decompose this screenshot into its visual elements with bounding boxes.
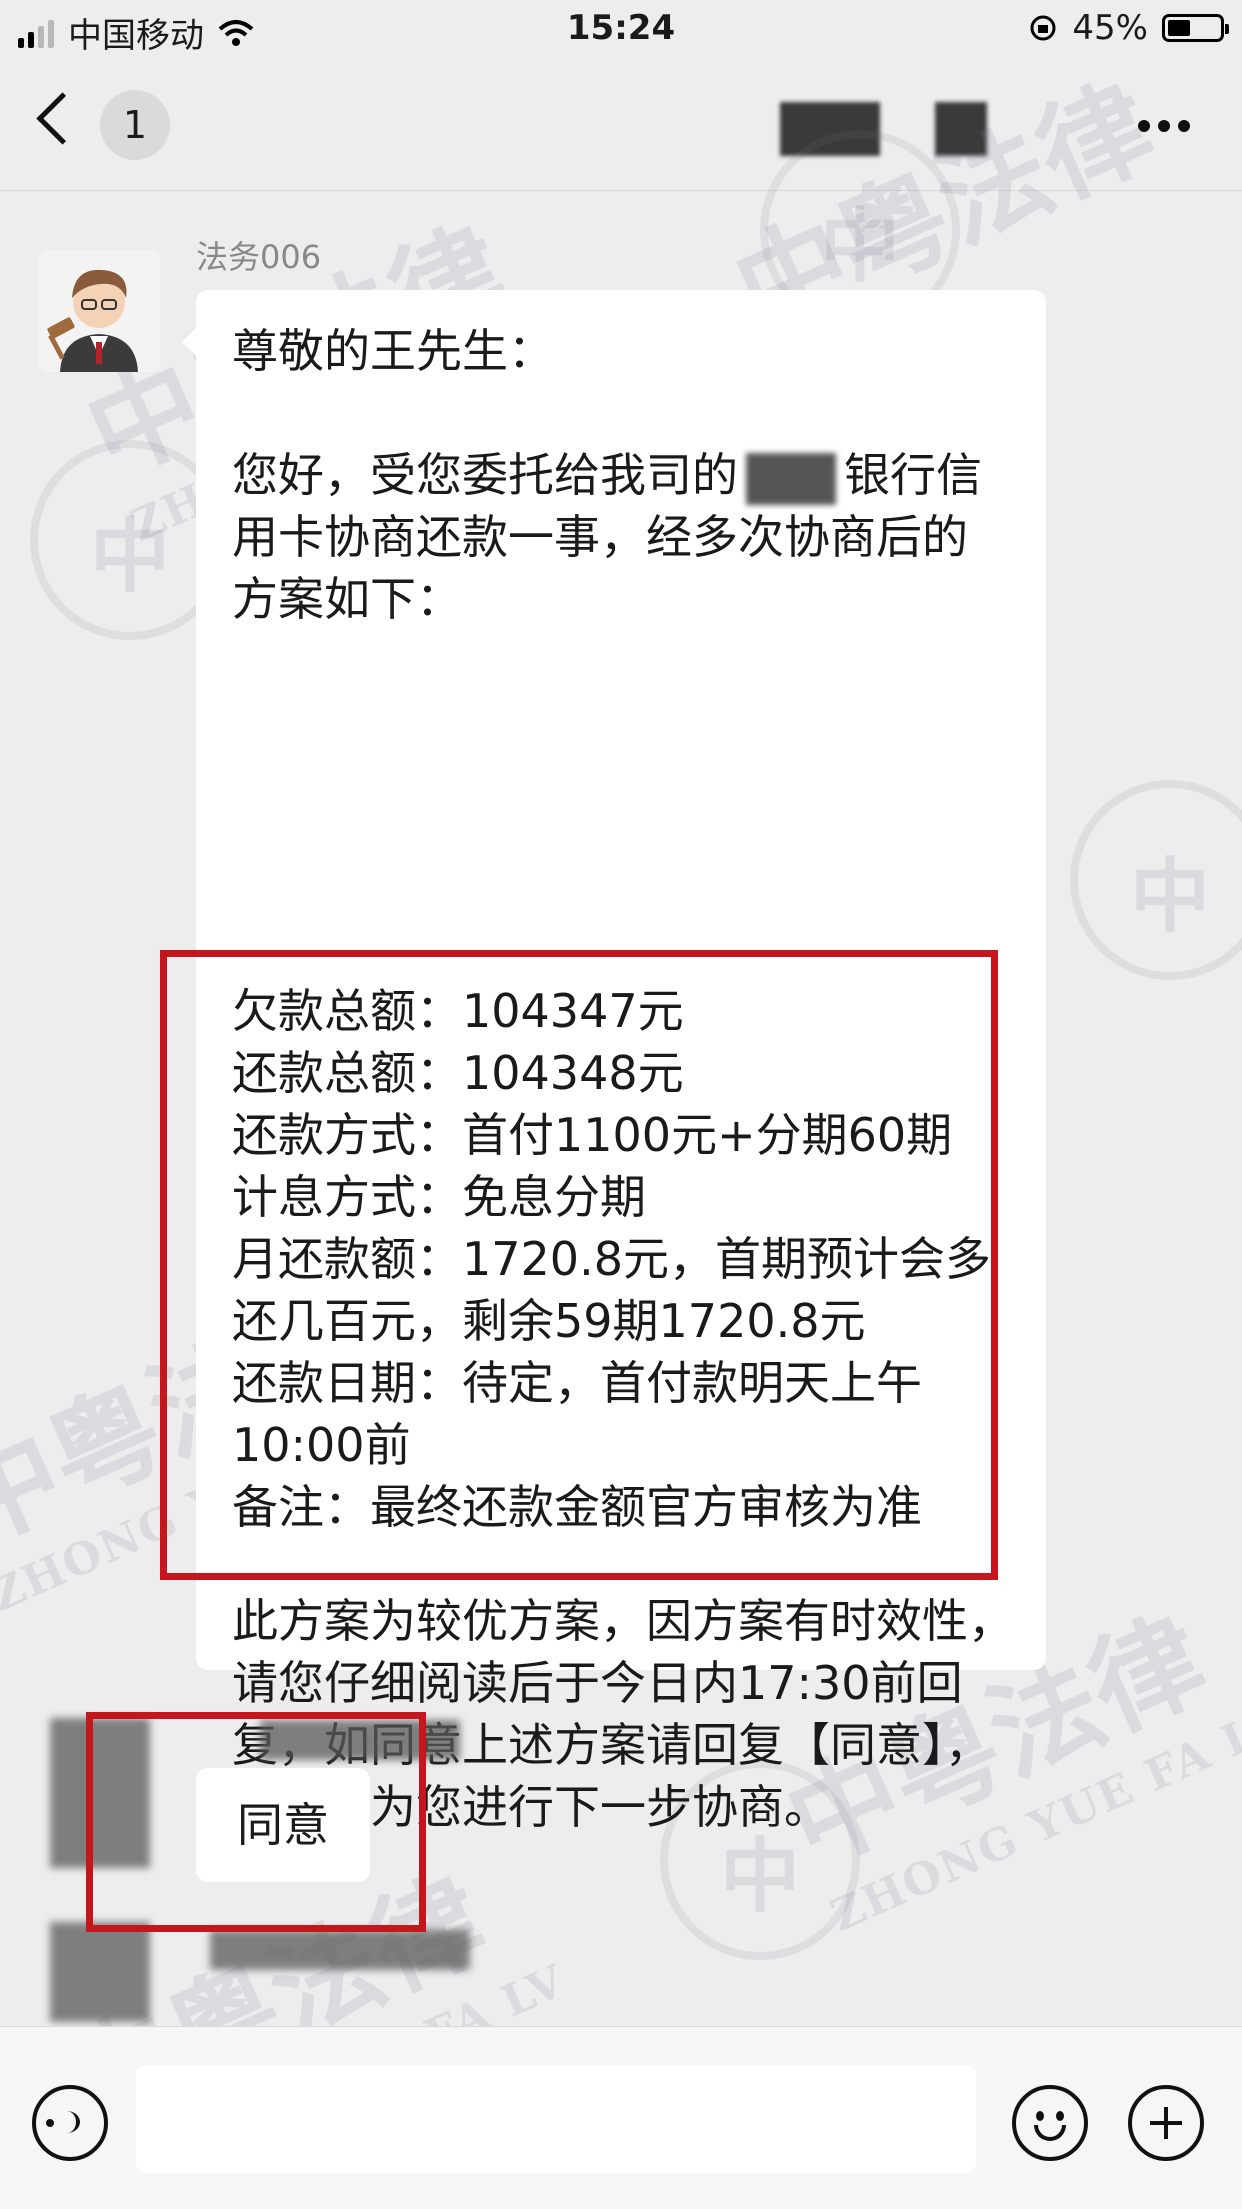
plan-line: 月还款额：1720.8元，首期预计会多还几百元，剩余59期1720.8元 xyxy=(232,1232,991,1348)
redacted-bank-name xyxy=(746,452,836,505)
repayment-plan: 欠款总额：104347元 还款总额：104348元 还款方式：首付1100元+分… xyxy=(232,980,1032,1538)
sender-avatar[interactable] xyxy=(38,250,160,372)
plan-line: 备注：最终还款金额官方审核为准 xyxy=(232,1480,922,1534)
sender-name: 法务006 xyxy=(196,238,322,276)
message-greeting: 尊敬的王先生： xyxy=(232,324,554,378)
battery-percent: 45% xyxy=(1072,8,1148,48)
plan-line: 计息方式：免息分期 xyxy=(232,1170,646,1224)
plus-icon[interactable] xyxy=(1128,2085,1204,2161)
back-chevron-icon[interactable] xyxy=(36,92,89,145)
plan-line: 欠款总额：104347元 xyxy=(232,984,684,1038)
agree-highlight-box xyxy=(86,1712,426,1932)
plan-line: 还款总额：104348元 xyxy=(232,1046,684,1100)
orientation-lock-icon xyxy=(1030,15,1056,41)
battery-icon xyxy=(1162,14,1229,42)
message-intro-part1: 您好，受您委托给我司的 xyxy=(232,448,738,502)
redacted-name xyxy=(210,1930,470,1970)
unread-count-badge[interactable]: 1 xyxy=(100,90,170,160)
lawyer-avatar-icon xyxy=(38,250,160,372)
message-input[interactable] xyxy=(136,2065,976,2173)
plan-line: 还款方式：首付1100元+分期60期 xyxy=(232,1108,953,1162)
more-options-icon[interactable] xyxy=(1138,120,1190,132)
emoji-icon[interactable] xyxy=(1012,2085,1088,2161)
chat-title-redacted xyxy=(780,102,880,156)
voice-input-icon[interactable] xyxy=(32,2085,108,2161)
watermark-seal xyxy=(1070,780,1242,980)
message-intro: 您好，受您委托给我司的 银行信用卡协商还款一事，经多次协商后的方案如下： xyxy=(232,444,1010,630)
chat-header: 1 xyxy=(0,62,1242,191)
input-bar xyxy=(0,2026,1242,2209)
plan-line: 还款日期：待定，首付款明天上午10:00前 xyxy=(232,1356,922,1472)
status-right: 45% xyxy=(1028,8,1229,48)
redacted-avatar xyxy=(50,1922,150,2022)
chat-title-redacted-2 xyxy=(935,102,987,156)
status-bar: 中国移动 15:24 45% xyxy=(0,0,1242,62)
message-bubble[interactable]: 尊敬的王先生： 您好，受您委托给我司的 银行信用卡协商还款一事，经多次协商后的方案… xyxy=(160,290,1046,1834)
